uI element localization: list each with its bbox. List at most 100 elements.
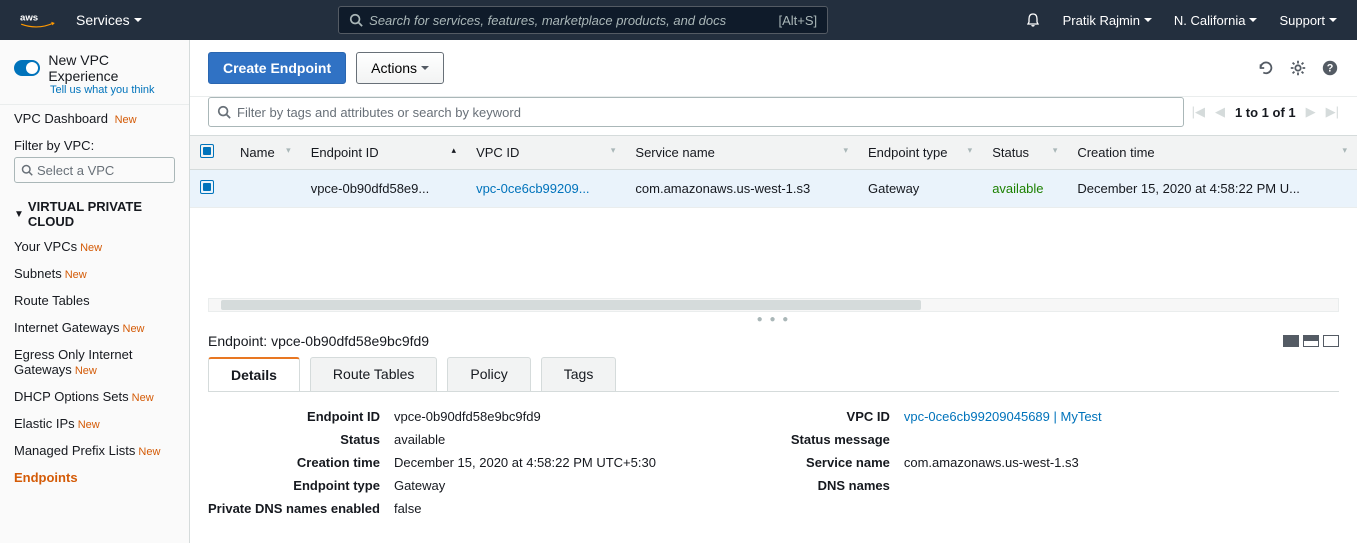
value-dns-names [904, 478, 1334, 493]
new-badge: New [80, 242, 102, 254]
region-menu[interactable]: N. California [1174, 13, 1258, 28]
sidebar-item-route-tables[interactable]: Route Tables [0, 287, 189, 314]
page-prev-icon[interactable]: ◀ [1215, 104, 1225, 120]
table-filter-input[interactable]: Filter by tags and attributes or search … [208, 97, 1184, 127]
label-creation-time: Creation time [208, 455, 380, 470]
row-checkbox[interactable] [200, 180, 214, 194]
sidebar: New VPC Experience Tell us what you thin… [0, 40, 190, 543]
search-placeholder: Search for services, features, marketpla… [369, 13, 726, 28]
horizontal-scrollbar[interactable] [208, 298, 1339, 312]
sidebar-item-label: DHCP Options Sets [14, 389, 129, 404]
select-all-checkbox[interactable] [200, 144, 214, 158]
sidebar-item-label: Elastic IPs [14, 416, 75, 431]
resize-handle[interactable]: ● ● ● [190, 312, 1357, 327]
cell-status: available [992, 181, 1043, 196]
value-endpoint-type: Gateway [394, 478, 751, 493]
search-shortcut: [Alt+S] [778, 13, 817, 28]
col-name[interactable]: Name▾ [230, 136, 301, 170]
sidebar-item-elastic-ips[interactable]: Elastic IPsNew [0, 410, 189, 437]
value-vpc-id-link[interactable]: vpc-0ce6cb99209045689 | MyTest [904, 409, 1102, 424]
help-icon: ? [1321, 59, 1339, 77]
collapse-icon: ▼ [14, 209, 24, 220]
cell-creation-time: December 15, 2020 at 4:58:22 PM U... [1067, 170, 1357, 208]
new-badge: New [65, 269, 87, 281]
search-icon [217, 105, 231, 119]
cell-endpoint-type: Gateway [858, 170, 982, 208]
sidebar-item-subnets[interactable]: SubnetsNew [0, 260, 189, 287]
top-nav: aws Services Search for services, featur… [0, 0, 1357, 40]
col-endpoint-type[interactable]: Endpoint type▾ [858, 136, 982, 170]
services-menu[interactable]: Services [76, 12, 142, 28]
filter-by-vpc-select[interactable]: Select a VPC [14, 157, 175, 183]
col-service-name[interactable]: Service name▾ [625, 136, 858, 170]
view-layout-3[interactable] [1323, 335, 1339, 347]
sidebar-item-egress-only-internet-gateways[interactable]: Egress Only Internet GatewaysNew [0, 341, 189, 383]
sidebar-item-label: Managed Prefix Lists [14, 443, 135, 458]
table-row[interactable]: vpce-0b90dfd58e9... vpc-0ce6cb99209... c… [190, 170, 1357, 208]
sidebar-item-label: Subnets [14, 266, 62, 281]
col-creation-time[interactable]: Creation time▾ [1067, 136, 1357, 170]
view-layout-2[interactable] [1303, 335, 1319, 347]
main-content: Create Endpoint Actions ? Filter b [190, 40, 1357, 543]
refresh-button[interactable] [1257, 59, 1275, 77]
new-badge: New [138, 446, 160, 458]
help-button[interactable]: ? [1321, 59, 1339, 77]
sidebar-item-endpoints[interactable]: Endpoints [0, 464, 189, 491]
page-last-icon[interactable]: ▶| [1326, 104, 1339, 120]
value-service-name: com.amazonaws.us-west-1.s3 [904, 455, 1334, 470]
sidebar-dashboard[interactable]: VPC Dashboard New [0, 105, 189, 132]
cell-service-name: com.amazonaws.us-west-1.s3 [625, 170, 858, 208]
actions-menu[interactable]: Actions [356, 52, 444, 84]
tab-details[interactable]: Details [208, 357, 300, 392]
support-menu[interactable]: Support [1279, 13, 1337, 28]
aws-logo[interactable]: aws [20, 10, 56, 30]
sidebar-item-managed-prefix-lists[interactable]: Managed Prefix ListsNew [0, 437, 189, 464]
filter-by-vpc-label: Filter by VPC: [0, 132, 189, 157]
col-endpoint-id[interactable]: Endpoint ID▴ [301, 136, 466, 170]
notifications-button[interactable] [1025, 12, 1041, 28]
label-status: Status [208, 432, 380, 447]
sidebar-item-label: Route Tables [14, 293, 90, 308]
pagination: |◀ ◀ 1 to 1 of 1 ▶ ▶| [1192, 104, 1339, 120]
col-vpc-id[interactable]: VPC ID▾ [466, 136, 625, 170]
caret-down-icon [134, 18, 142, 22]
svg-text:aws: aws [20, 13, 38, 24]
view-layout-1[interactable] [1283, 335, 1299, 347]
new-badge: New [123, 323, 145, 335]
page-next-icon[interactable]: ▶ [1306, 104, 1316, 120]
value-status-message [904, 432, 1334, 447]
feedback-link[interactable]: Tell us what you think [50, 84, 175, 96]
gear-icon [1289, 59, 1307, 77]
page-first-icon[interactable]: |◀ [1192, 104, 1205, 120]
new-experience-toggle[interactable] [14, 60, 40, 76]
refresh-icon [1257, 59, 1275, 77]
create-endpoint-button[interactable]: Create Endpoint [208, 52, 346, 84]
cell-endpoint-id: vpce-0b90dfd58e9... [301, 170, 466, 208]
sidebar-item-label: Internet Gateways [14, 320, 120, 335]
global-search[interactable]: Search for services, features, marketpla… [338, 6, 828, 34]
support-label: Support [1279, 13, 1325, 28]
sidebar-item-dhcp-options-sets[interactable]: DHCP Options SetsNew [0, 383, 189, 410]
label-dns-names: DNS names [791, 478, 890, 493]
value-private-dns: false [394, 501, 751, 516]
endpoints-table: Name▾ Endpoint ID▴ VPC ID▾ Service name▾… [190, 135, 1357, 208]
caret-down-icon [421, 66, 429, 70]
cell-vpc-id-link[interactable]: vpc-0ce6cb99209... [476, 181, 589, 196]
col-status[interactable]: Status▾ [982, 136, 1067, 170]
caret-down-icon [1144, 18, 1152, 22]
sidebar-heading-vpc[interactable]: ▼ VIRTUAL PRIVATE CLOUD [0, 191, 189, 233]
user-menu[interactable]: Pratik Rajmin [1063, 13, 1152, 28]
tab-tags[interactable]: Tags [541, 357, 617, 392]
sidebar-item-your-vpcs[interactable]: Your VPCsNew [0, 233, 189, 260]
tab-route-tables[interactable]: Route Tables [310, 357, 437, 392]
sidebar-item-internet-gateways[interactable]: Internet GatewaysNew [0, 314, 189, 341]
pagination-label: 1 to 1 of 1 [1235, 105, 1296, 120]
new-badge: New [78, 419, 100, 431]
toolbar: Create Endpoint Actions ? [190, 40, 1357, 97]
tab-policy[interactable]: Policy [447, 357, 530, 392]
label-service-name: Service name [791, 455, 890, 470]
settings-button[interactable] [1289, 59, 1307, 77]
label-endpoint-type: Endpoint type [208, 478, 380, 493]
actions-label: Actions [371, 60, 417, 76]
search-icon [349, 13, 363, 27]
